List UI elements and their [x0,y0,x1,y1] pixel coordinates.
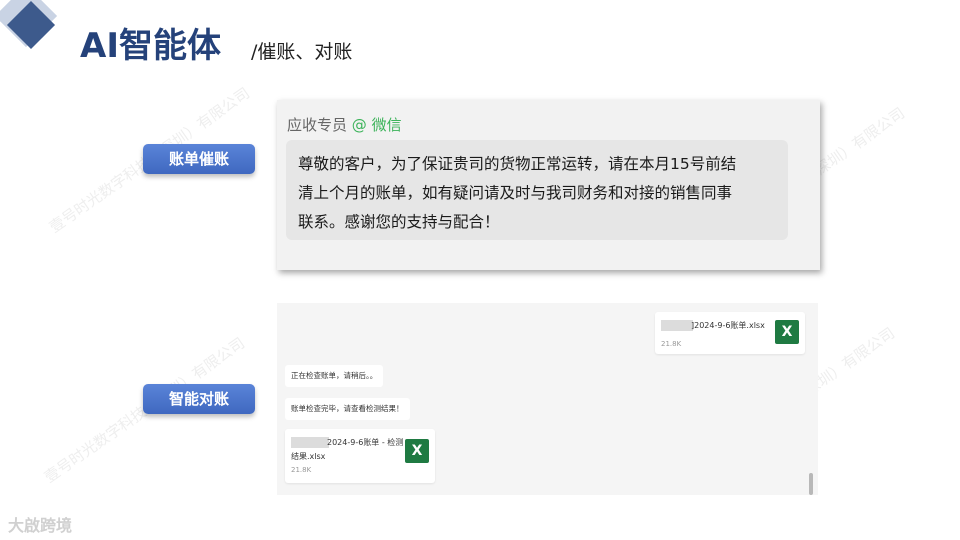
result-file-card[interactable]: 2024-9-6账单 - 检测 结果.xlsx 21.8K X [285,429,435,483]
footer-logo: 大啟跨境 [8,516,73,535]
sent-file-name: ]2024-9-6账单.xlsx [691,321,765,330]
bot-message: 正在检查账单，请稍后。。 [285,365,384,387]
excel-file-icon: X [405,439,429,463]
message-line: 清上个月的账单，如有疑问请及时与我司财务和对接的销售同事 [298,184,733,202]
result-file-name-line2: 结果.xlsx [291,452,326,461]
sender-line: 应收专员 @ 微信 [287,114,402,135]
message-line: 尊敬的客户，为了保证贵司的货物正常运转，请在本月15号前结 [298,155,737,173]
smart-reconcile-label: 智能对账 [143,384,255,414]
page-title: AI智能体 [80,26,221,66]
redacted-block [291,437,329,448]
result-file-name-line1: 2024-9-6账单 - 检测 [327,438,404,447]
sender-name: 应收专员 [287,116,348,134]
bot-message: 账单检查完毕，请查看检测结果！ [285,398,410,420]
sent-file-size: 21.8K [661,340,682,348]
reminder-screenshot: 应收专员 @ 微信 尊敬的客户，为了保证贵司的货物正常运转，请在本月15号前结 … [277,100,820,270]
billing-reminder-label: 账单催账 [143,144,255,174]
reminder-message-bubble: 尊敬的客户，为了保证贵司的货物正常运转，请在本月15号前结 清上个月的账单，如有… [286,140,788,240]
redacted-block [661,320,693,331]
chat-scrollbar[interactable] [809,473,813,495]
message-line: 联系。感谢您的支持与配合！ [298,213,500,231]
result-file-size: 21.8K [291,466,312,474]
reconcile-screenshot: ]2024-9-6账单.xlsx 21.8K X 正在检查账单，请稍后。。 账单… [277,303,818,495]
sent-file-card[interactable]: ]2024-9-6账单.xlsx 21.8K X [655,312,805,354]
page-subtitle: /催账、对账 [251,41,353,63]
excel-file-icon: X [775,320,799,344]
sender-channel: @ 微信 [351,116,402,134]
